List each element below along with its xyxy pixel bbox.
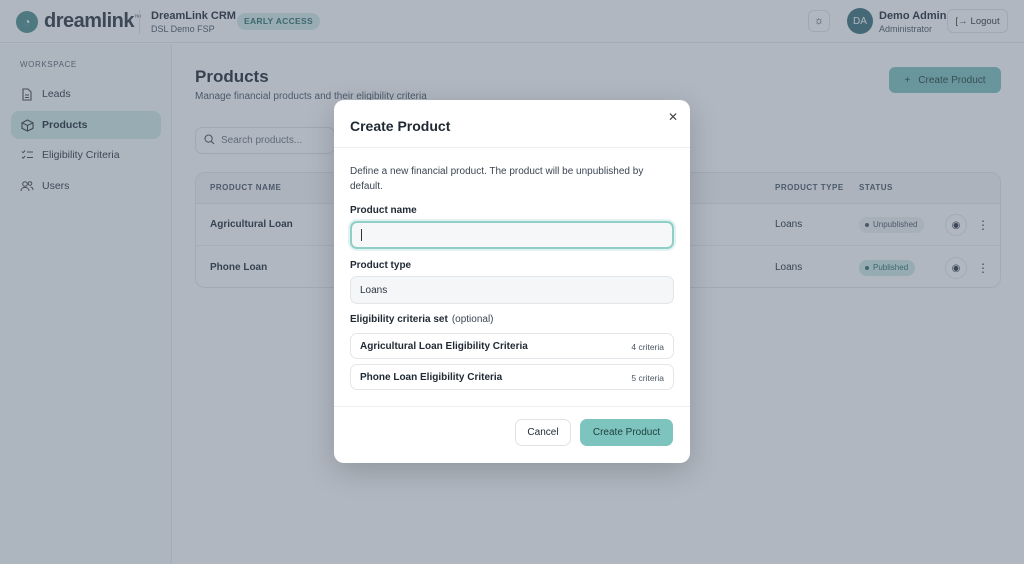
eligibility-criteria-label-text: Eligibility criteria set: [350, 314, 448, 325]
cancel-button[interactable]: Cancel: [515, 419, 571, 446]
criteria-count: 4 criteria: [631, 342, 664, 352]
product-type-label: Product type: [350, 260, 412, 271]
optional-hint: (optional): [451, 314, 494, 325]
create-product-dialog: Create Product ✕ Define a new financial …: [334, 100, 690, 463]
text-caret: [361, 229, 362, 241]
dialog-description: Define a new financial product. The prod…: [350, 166, 644, 192]
product-name-label: Product name: [350, 205, 417, 216]
dialog-footer-divider: [334, 406, 690, 407]
criteria-option-name: Agricultural Loan Eligibility Criteria: [360, 341, 528, 352]
dialog-divider: [334, 147, 690, 148]
criteria-option[interactable]: Agricultural Loan Eligibility Criteria 4…: [350, 333, 674, 359]
product-type-select[interactable]: Loans: [350, 276, 674, 304]
product-type-value: Loans: [360, 284, 388, 296]
criteria-option[interactable]: Phone Loan Eligibility Criteria 5 criter…: [350, 364, 674, 390]
submit-create-product-button[interactable]: Create Product: [580, 419, 673, 446]
criteria-option-name: Phone Loan Eligibility Criteria: [360, 372, 503, 383]
eligibility-criteria-label: Eligibility criteria set (optional): [350, 314, 494, 325]
close-icon[interactable]: ✕: [668, 110, 678, 124]
criteria-count: 5 criteria: [631, 373, 664, 383]
dialog-title: Create Product: [350, 118, 451, 134]
product-name-input[interactable]: [350, 221, 674, 249]
